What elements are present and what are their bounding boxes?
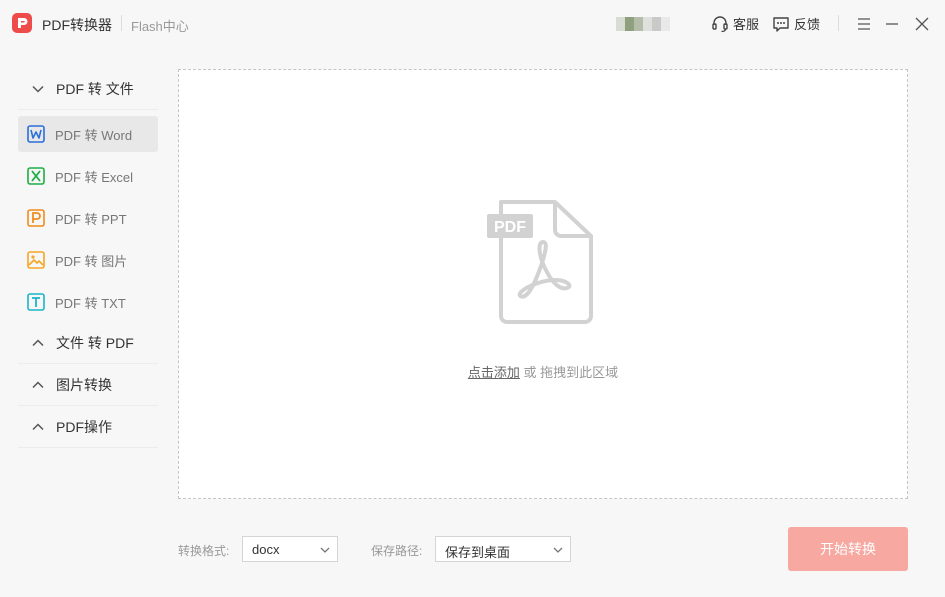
chevron-down-icon xyxy=(32,85,44,93)
title-divider xyxy=(121,15,122,31)
chevron-down-icon xyxy=(553,547,563,553)
excel-icon xyxy=(27,167,45,185)
sidebar-item-label: PDF 转 Excel xyxy=(55,169,134,185)
close-icon[interactable] xyxy=(914,16,930,32)
save-path-value: 保存到桌面 xyxy=(445,545,511,560)
sidebar-item-pdf-to-excel[interactable]: PDF 转 Excel xyxy=(18,158,158,194)
start-convert-button[interactable]: 开始转换 xyxy=(788,527,908,571)
image-icon xyxy=(27,251,45,269)
flash-center-link[interactable]: Flash中心 xyxy=(131,16,189,35)
ppt-icon xyxy=(27,209,45,227)
feedback-button[interactable]: 反馈 xyxy=(772,14,820,33)
drop-hint: 点击添加 或 拖拽到此区域 xyxy=(179,362,907,381)
sidebar-group-label: 文件 转 PDF xyxy=(56,334,134,351)
word-icon xyxy=(27,125,45,143)
sidebar-item-pdf-to-image[interactable]: PDF 转 图片 xyxy=(18,242,158,278)
save-path-select[interactable]: 保存到桌面 xyxy=(435,536,571,562)
pdf-file-icon: PDF xyxy=(487,200,593,324)
support-label: 客服 xyxy=(733,17,760,32)
sidebar-group-file-to-pdf[interactable]: 文件 转 PDF xyxy=(18,322,158,364)
sidebar-item-pdf-to-ppt[interactable]: PDF 转 PPT xyxy=(18,200,158,236)
sidebar-group-pdf-operations[interactable]: PDF操作 xyxy=(18,406,158,448)
chevron-up-icon xyxy=(32,380,44,388)
txt-icon xyxy=(27,293,45,311)
support-button[interactable]: 客服 xyxy=(711,14,759,33)
format-label: 转换格式: xyxy=(178,544,230,558)
format-select[interactable]: docx xyxy=(242,536,338,562)
sidebar-group-label: PDF操作 xyxy=(56,418,112,435)
chevron-up-icon xyxy=(32,422,44,430)
chevron-down-icon xyxy=(320,547,330,553)
title-bar: PDF转换器 Flash中心 客服 反馈 xyxy=(0,0,945,48)
file-drop-zone[interactable]: PDF 点击添加 或 拖拽到此区域 xyxy=(178,69,908,499)
sidebar-group-items: PDF 转 Word PDF 转 Excel PDF 转 PPT PDF 转 图… xyxy=(18,116,158,320)
chat-bubble-icon xyxy=(773,16,789,32)
save-path-label: 保存路径: xyxy=(371,544,423,558)
headset-icon xyxy=(712,15,728,32)
format-select-value: docx xyxy=(252,542,280,557)
sidebar-item-label: PDF 转 PPT xyxy=(55,211,127,227)
minimize-icon[interactable] xyxy=(884,16,900,32)
avatar[interactable] xyxy=(616,17,670,31)
sidebar-group-label: PDF 转 文件 xyxy=(56,80,134,97)
sidebar-group-image-convert[interactable]: 图片转换 xyxy=(18,364,158,406)
window-controls-divider xyxy=(838,15,839,31)
sidebar-item-label: PDF 转 TXT xyxy=(55,295,126,311)
sidebar: PDF 转 文件 PDF 转 Word PDF 转 Excel PDF 转 PP… xyxy=(18,68,158,448)
sidebar-item-label: PDF 转 图片 xyxy=(55,253,128,269)
sidebar-group-label: 图片转换 xyxy=(56,376,112,393)
app-logo-icon xyxy=(12,13,32,33)
feedback-label: 反馈 xyxy=(794,17,821,32)
click-to-add-link[interactable]: 点击添加 xyxy=(468,365,520,380)
sidebar-item-label: PDF 转 Word xyxy=(55,127,133,143)
sidebar-item-pdf-to-word[interactable]: PDF 转 Word xyxy=(18,116,158,152)
chevron-up-icon xyxy=(32,338,44,346)
pdf-badge-text: PDF xyxy=(494,219,526,236)
sidebar-item-pdf-to-txt[interactable]: PDF 转 TXT xyxy=(18,284,158,320)
drop-hint-text: 或 拖拽到此区域 xyxy=(519,365,619,380)
app-title: PDF转换器 xyxy=(42,17,112,33)
menu-icon[interactable] xyxy=(856,16,872,32)
sidebar-group-pdf-to-file[interactable]: PDF 转 文件 xyxy=(18,68,158,110)
